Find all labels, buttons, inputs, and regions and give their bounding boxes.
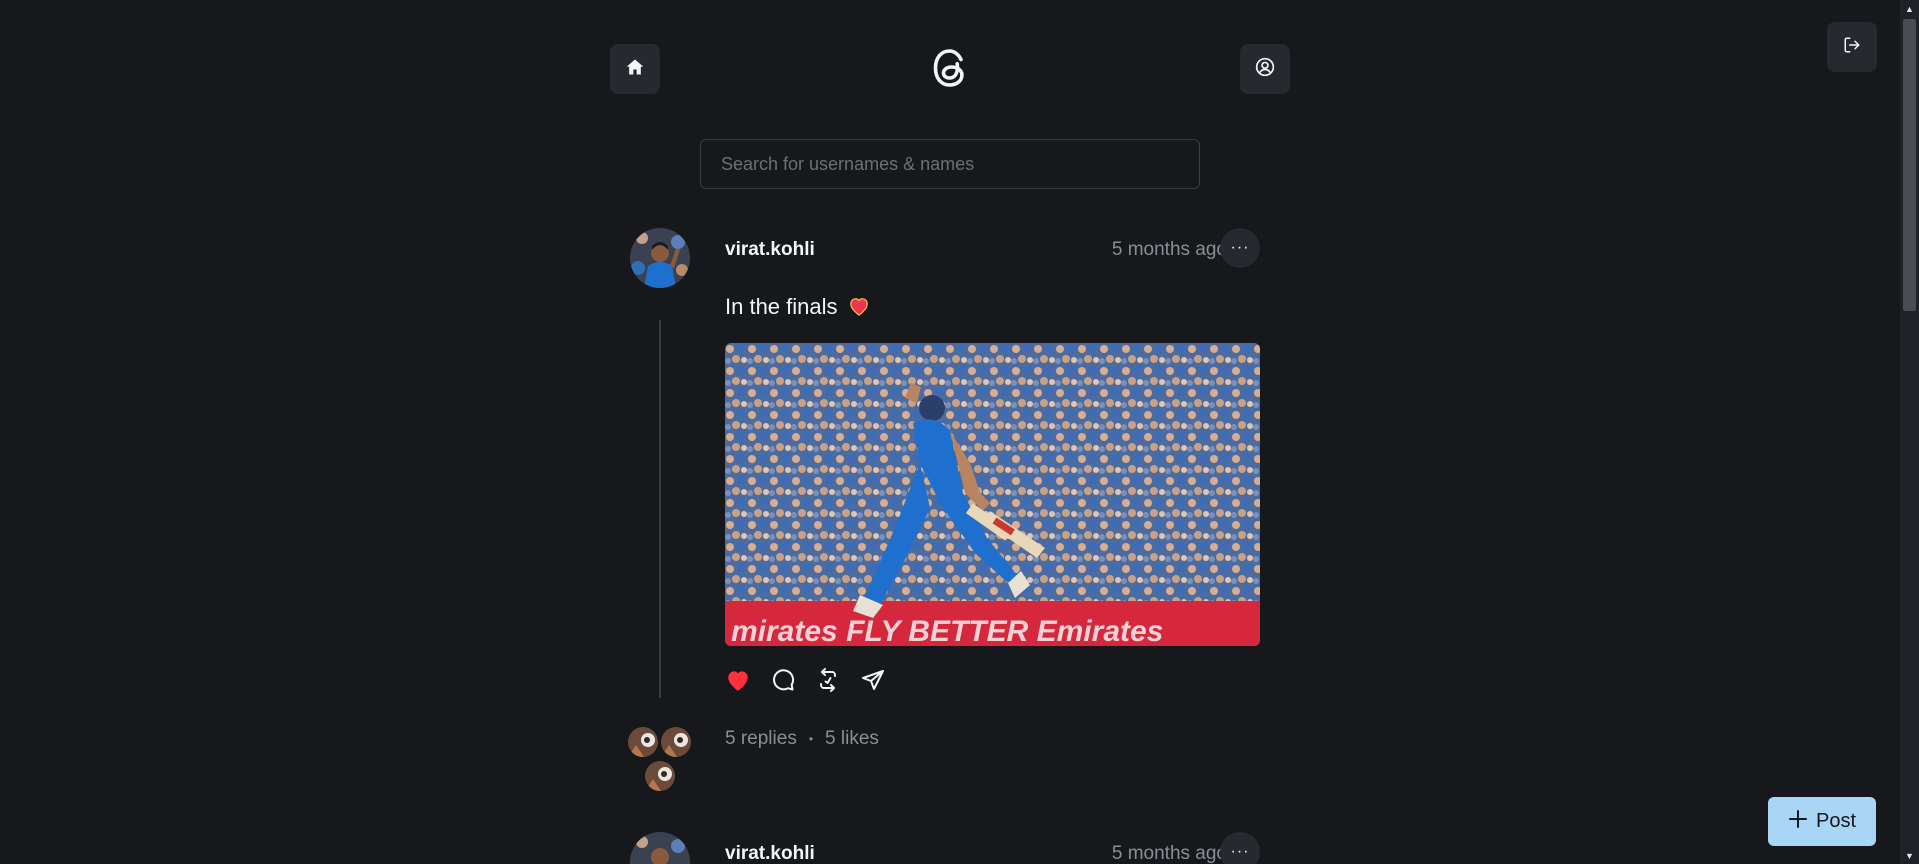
stats-separator: • (808, 732, 814, 746)
avatar[interactable] (630, 832, 690, 864)
threads-logo[interactable] (925, 43, 975, 93)
home-button[interactable] (610, 44, 660, 94)
post-image[interactable]: mirates FLY BETTER Emirates (725, 343, 1260, 646)
more-icon: ··· (1230, 843, 1250, 860)
home-icon (625, 57, 645, 82)
search-input[interactable] (700, 139, 1200, 189)
new-post-label: Post (1815, 810, 1857, 832)
timestamp: 5 months ago (1111, 843, 1227, 864)
reply-avatar[interactable] (627, 726, 659, 758)
post-text: In the finals (725, 294, 870, 320)
scroll-down-icon[interactable]: ▼ (1900, 847, 1919, 864)
like-icon[interactable] (725, 667, 751, 693)
logout-icon (1843, 36, 1861, 59)
comment-icon[interactable] (770, 667, 796, 693)
repost-icon[interactable] (815, 667, 841, 693)
thread-line (659, 320, 661, 698)
scrollbar[interactable]: ▲ ▼ (1900, 0, 1919, 864)
more-options-button[interactable]: ··· (1220, 832, 1260, 864)
scroll-up-icon[interactable]: ▲ (1900, 0, 1919, 17)
post-actions (725, 665, 886, 695)
replies-count[interactable]: 5 replies (725, 728, 797, 750)
plus-icon (1788, 809, 1808, 835)
more-icon: ··· (1230, 239, 1250, 256)
username[interactable]: virat.kohli (725, 843, 815, 864)
scrollbar-thumb[interactable] (1903, 19, 1916, 311)
profile-button[interactable] (1240, 44, 1290, 94)
heart-emoji-icon (844, 294, 870, 319)
app-page: virat.kohli 5 months ago ··· In the fina… (0, 0, 1919, 864)
svg-text:mirates FLY BETTER Emirates: mirates FLY BETTER Emirates (731, 615, 1163, 646)
likes-count[interactable]: 5 likes (825, 728, 879, 750)
more-options-button[interactable]: ··· (1220, 228, 1260, 268)
post-stats: 5 replies • 5 likes (725, 728, 879, 750)
post-text-content: In the finals (725, 294, 838, 319)
reply-avatar[interactable] (644, 760, 676, 792)
new-post-button[interactable]: Post (1768, 797, 1876, 846)
username[interactable]: virat.kohli (725, 239, 815, 261)
logout-button[interactable] (1827, 22, 1877, 72)
reply-avatars (627, 726, 697, 796)
avatar[interactable] (630, 228, 690, 288)
share-icon[interactable] (860, 667, 886, 693)
reply-avatar[interactable] (660, 726, 692, 758)
timestamp: 5 months ago (1111, 239, 1227, 260)
user-circle-icon (1255, 57, 1275, 82)
